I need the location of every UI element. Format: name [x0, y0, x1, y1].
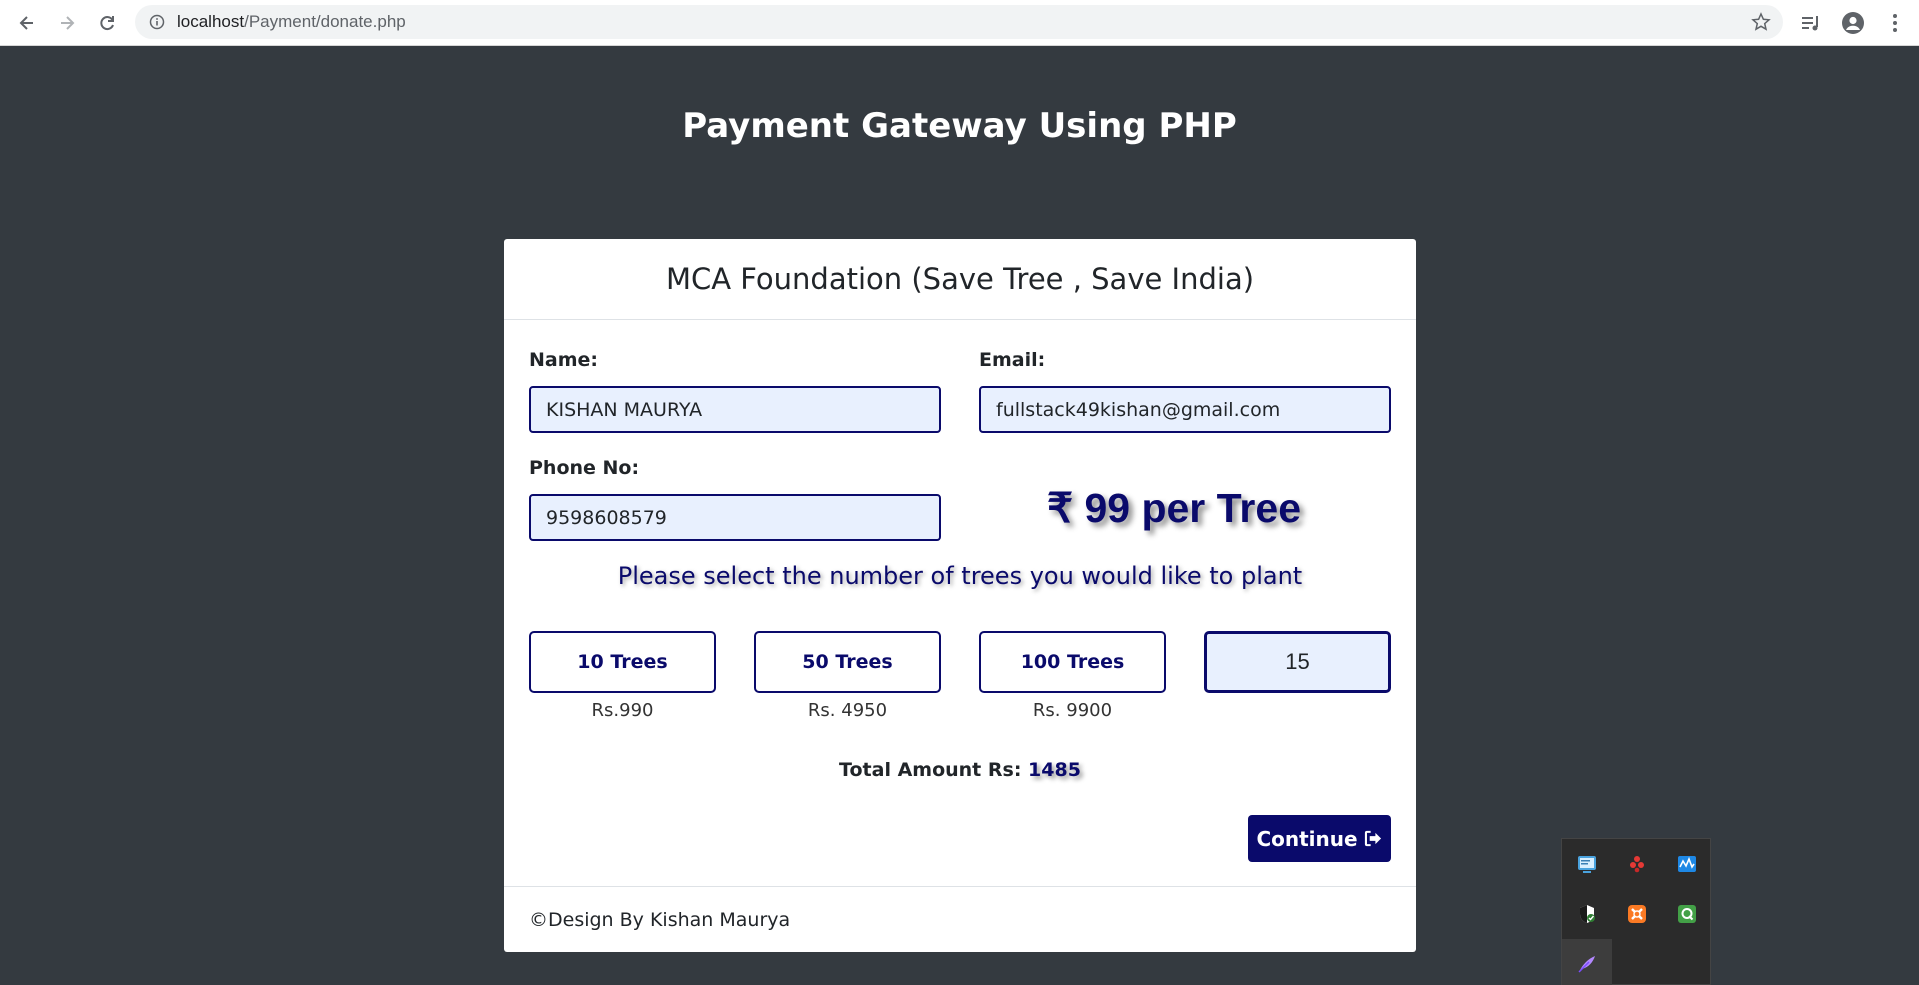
select-trees-message: Please select the number of trees you wo…: [617, 562, 1303, 590]
profile-avatar-icon[interactable]: [1840, 10, 1866, 36]
option-100-trees-price: Rs. 9900: [1032, 700, 1113, 721]
name-label: Name:: [529, 349, 599, 371]
continue-button-label: Continue: [1256, 826, 1358, 851]
forward-arrow-icon[interactable]: [52, 8, 82, 38]
price-per-tree: ₹ 99 per Tree: [1046, 485, 1301, 531]
option-100-trees-button[interactable]: 100 Trees: [979, 631, 1166, 693]
option-50-trees-price: Rs. 4950: [807, 700, 888, 721]
total-amount-value: 1485: [1028, 759, 1081, 781]
q-app-icon[interactable]: [1662, 889, 1712, 939]
card-title: MCA Foundation (Save Tree , Save India): [665, 262, 1255, 296]
cluster-icon[interactable]: [1612, 839, 1662, 889]
info-icon[interactable]: [149, 14, 165, 30]
option-50-trees-button[interactable]: 50 Trees: [754, 631, 941, 693]
media-queue-icon[interactable]: [1798, 10, 1824, 36]
email-label: Email:: [979, 349, 1046, 371]
email-field[interactable]: fullstack49kishan@gmail.com: [979, 386, 1391, 433]
feather-pen-icon[interactable]: [1562, 939, 1612, 985]
address-bar[interactable]: localhost/Payment/donate.php: [135, 5, 1783, 39]
system-tray-popup: [1561, 838, 1711, 985]
custom-quantity-input[interactable]: 15: [1204, 631, 1391, 693]
reload-icon[interactable]: [92, 8, 122, 38]
phone-label: Phone No:: [529, 457, 640, 479]
xampp-icon[interactable]: [1612, 889, 1662, 939]
security-shield-icon[interactable]: [1562, 889, 1612, 939]
url-text: localhost/Payment/donate.php: [177, 12, 406, 31]
sign-out-icon: [1364, 830, 1381, 847]
phone-field[interactable]: 9598608579: [529, 494, 941, 541]
total-amount: Total Amount Rs: 1485: [504, 759, 1416, 781]
more-menu-icon[interactable]: [1882, 10, 1908, 36]
name-field[interactable]: KISHAN MAURYA: [529, 386, 941, 433]
card-footer: ©Design By Kishan Maurya: [504, 886, 1416, 952]
network-icon[interactable]: [1562, 839, 1612, 889]
bookmark-star-icon[interactable]: [1751, 12, 1771, 32]
page-title: Payment Gateway Using PHP: [682, 106, 1237, 146]
total-amount-label: Total Amount Rs:: [839, 759, 1022, 781]
back-arrow-icon[interactable]: [12, 8, 42, 38]
donation-card: MCA Foundation (Save Tree , Save India) …: [504, 239, 1416, 952]
browser-toolbar: localhost/Payment/donate.php: [0, 0, 1919, 46]
card-header: MCA Foundation (Save Tree , Save India): [504, 239, 1416, 320]
option-10-trees-price: Rs.990: [591, 700, 654, 721]
option-10-trees-button[interactable]: 10 Trees: [529, 631, 716, 693]
audio-monitor-icon[interactable]: [1662, 839, 1712, 889]
continue-button[interactable]: Continue: [1248, 815, 1391, 862]
